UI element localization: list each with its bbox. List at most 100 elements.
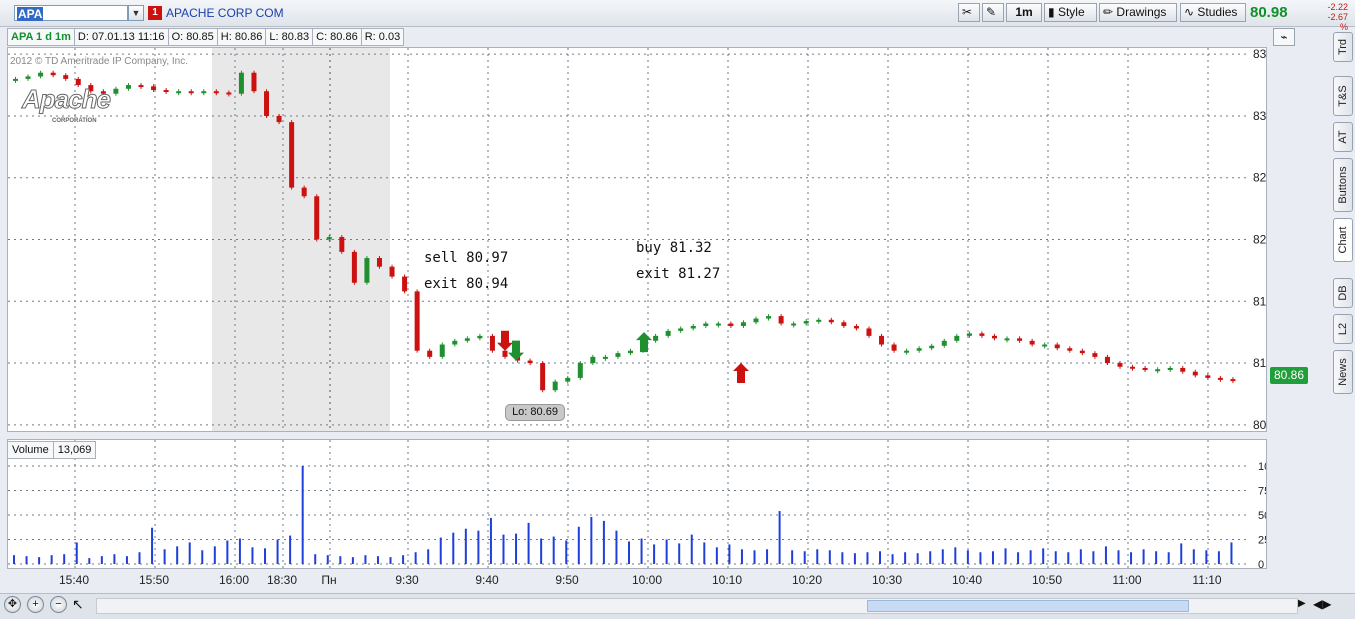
- zoom-out-icon[interactable]: −: [50, 596, 67, 613]
- candle-body: [766, 316, 772, 319]
- candle-body: [891, 344, 897, 351]
- scroll-right-icon[interactable]: ▶: [1298, 598, 1306, 609]
- sell-arrow-marker: [497, 330, 513, 351]
- candle-body: [565, 377, 571, 382]
- scrollbar-thumb[interactable]: [867, 600, 1189, 612]
- volume-bar: [1130, 552, 1133, 564]
- wrench-tool-button[interactable]: ✎: [982, 3, 1004, 22]
- time-tick-label: 11:00: [1112, 573, 1141, 587]
- volume-bar: [703, 542, 706, 564]
- time-tick-label: 9:30: [395, 573, 419, 587]
- volume-bar: [1067, 552, 1070, 564]
- volume-bar: [1054, 551, 1057, 564]
- time-tick-label: 15:40: [59, 573, 89, 587]
- volume-bar: [1117, 550, 1120, 564]
- time-tick-label: 10:00: [632, 573, 662, 587]
- candle-body: [715, 323, 721, 326]
- candle-body: [1192, 371, 1198, 376]
- tab-chart[interactable]: Chart: [1333, 218, 1353, 262]
- ohlc-info-bar: APA 1 d 1m D: 07.01.13 11:16 O: 80.85 H:…: [7, 28, 405, 46]
- candle-body: [13, 78, 18, 81]
- drawings-button[interactable]: ✏ Drawings: [1099, 3, 1177, 22]
- candle-body: [427, 350, 433, 357]
- candle-body: [477, 335, 483, 339]
- volume-bar: [75, 542, 78, 564]
- range-label: R: 0.03: [360, 28, 405, 46]
- volume-bar: [590, 516, 593, 564]
- tab-at[interactable]: AT: [1333, 122, 1353, 152]
- tab-time-and-sales[interactable]: T&S: [1333, 76, 1353, 116]
- high-label: H: 80.86: [216, 28, 267, 46]
- volume-bar: [615, 530, 618, 564]
- volume-bar: [1230, 542, 1233, 564]
- low-price-bubble: Lo: 80.69: [505, 404, 565, 421]
- candle-body: [1029, 340, 1035, 345]
- volume-bar: [904, 552, 907, 564]
- time-tick-label: 18:30: [267, 573, 297, 587]
- symbol-dropdown-button[interactable]: ▼: [128, 5, 144, 21]
- volume-bar: [339, 556, 342, 564]
- price-tick-label: 83.5: [1253, 48, 1266, 61]
- volume-bar: [991, 551, 994, 564]
- chart-settings-button[interactable]: ⌁: [1273, 28, 1295, 46]
- candle-body: [941, 340, 947, 346]
- pan-icon[interactable]: ✥: [4, 596, 21, 613]
- tab-buttons[interactable]: Buttons: [1333, 158, 1353, 212]
- tab-news[interactable]: News: [1333, 350, 1353, 394]
- volume-bar: [690, 534, 693, 564]
- volume-bar: [251, 547, 254, 564]
- volume-bar: [88, 558, 91, 564]
- volume-bar: [502, 534, 505, 564]
- candle-body: [665, 330, 671, 336]
- volume-bar: [1142, 549, 1145, 564]
- candle-body: [314, 196, 320, 240]
- horizontal-scrollbar[interactable]: [96, 598, 1298, 614]
- time-tick-label: 9:50: [555, 573, 579, 587]
- symbol-input[interactable]: APA: [14, 5, 128, 21]
- volume-chart-svg[interactable]: 0 25,000 50,000 75,000 100,000: [8, 440, 1298, 571]
- volume-panel[interactable]: 0 25,000 50,000 75,000 100,000: [7, 439, 1298, 571]
- zoom-in-icon[interactable]: +: [27, 596, 44, 613]
- scissors-tool-button[interactable]: ✂: [958, 3, 980, 22]
- volume-bar: [226, 540, 229, 564]
- volume-bar: [740, 549, 743, 564]
- alert-flag-icon[interactable]: 1: [148, 6, 162, 20]
- timeframe-button[interactable]: 1m: [1006, 3, 1042, 22]
- candle-body: [791, 323, 797, 326]
- volume-bar: [276, 539, 279, 564]
- sell-annotation: sell 80.97: [424, 250, 509, 266]
- time-tick-label: 10:20: [792, 573, 822, 587]
- candle-body: [1180, 367, 1186, 372]
- style-label: Style: [1057, 5, 1085, 19]
- tab-label: Buttons: [1337, 166, 1349, 204]
- tab-db[interactable]: DB: [1333, 278, 1353, 308]
- volume-bar: [1155, 551, 1158, 564]
- volume-bar: [427, 549, 430, 564]
- candle-body: [866, 328, 872, 336]
- tab-trd[interactable]: Trd: [1333, 32, 1353, 62]
- expand-icon[interactable]: ◀▶: [1313, 597, 1331, 611]
- candle-body: [1167, 367, 1173, 370]
- exit-annotation-1: exit 80.94: [424, 276, 509, 292]
- cursor-icon[interactable]: ↖: [72, 596, 84, 613]
- candle-body: [740, 322, 746, 326]
- company-logo: Apache: [22, 84, 112, 115]
- volume-bar: [1079, 549, 1082, 564]
- volume-bar: [753, 550, 756, 564]
- open-label: O: 80.85: [167, 28, 218, 46]
- style-button[interactable]: ▮ Style: [1044, 3, 1097, 22]
- volume-bar: [489, 517, 492, 564]
- time-tick-label: 15:50: [139, 573, 169, 587]
- volume-bar: [1017, 552, 1020, 564]
- tab-l2[interactable]: L2: [1333, 314, 1353, 344]
- volume-bar: [979, 552, 982, 564]
- copyright-text: 2012 © TD Ameritrade IP Company, Inc.: [10, 56, 189, 67]
- settings-icon: ⌁: [1280, 30, 1288, 44]
- studies-button[interactable]: ∿ Studies: [1180, 3, 1246, 22]
- volume-bar: [1029, 550, 1032, 564]
- volume-bar: [653, 544, 656, 564]
- volume-bar: [1004, 548, 1007, 564]
- volume-tick-label: 75,000: [1258, 486, 1266, 498]
- candle-body: [1042, 344, 1048, 347]
- candle-body: [1079, 350, 1085, 354]
